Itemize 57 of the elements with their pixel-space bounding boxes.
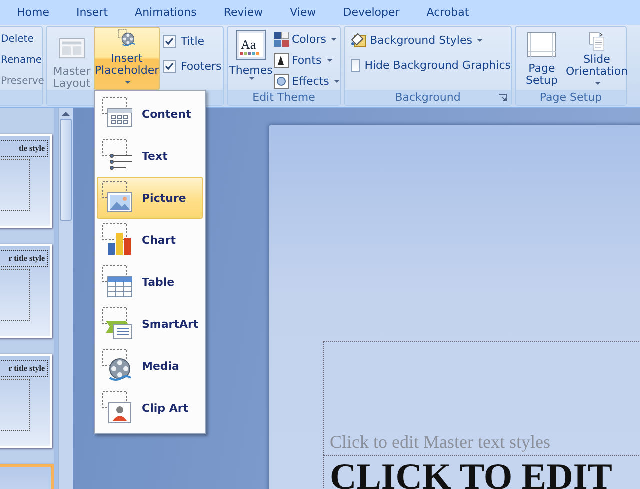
caret-icon [595,82,601,86]
circle-icon [274,74,289,88]
ribbon-tab[interactable]: Animations [122,2,211,24]
ribbon-tab[interactable]: Review [210,2,278,24]
dropdown-button[interactable]: Colors [274,30,340,48]
caret-icon [326,58,333,62]
checkbox[interactable]: Footers [163,60,222,73]
layout-icon [58,37,86,60]
dropdown-button[interactable]: Effects [274,72,340,90]
placeholder-text: Click to edit Master text styles [330,432,550,454]
thumbnail-title: r title style [0,250,48,267]
slide-thumbnail[interactable]: r title style [0,244,52,338]
menu-item[interactable]: Clip Art [97,387,203,429]
caret-icon [334,80,340,82]
menu-item[interactable]: Picture [97,177,203,219]
menu-item[interactable]: SmartArt [97,303,203,345]
thumbnail-title: tle style [0,140,48,157]
caret-icon [125,81,131,84]
scrollbar[interactable] [58,108,73,489]
page-icon [527,32,557,60]
checkbox-box[interactable] [351,59,360,72]
color-swatch-icon [274,32,289,46]
group-label-bar [0,90,42,105]
thumbnail-title: r title style [0,360,48,377]
slide-thumbnail[interactable]: r title style [0,354,52,448]
group-label: Edit Theme [228,90,340,105]
checkbox-box[interactable] [163,35,176,48]
themes-icon: Aa [236,30,266,60]
caret-icon [477,38,484,42]
dialog-launcher-icon[interactable] [499,94,507,102]
ribbon-tab[interactable]: Developer [330,2,414,24]
background-styles-button[interactable]: Background Styles [351,31,511,49]
ribbon-button[interactable]: Page Setup [520,27,564,90]
dropdown-button[interactable]: Fonts [274,51,340,69]
ribbon-tab[interactable]: Insert [63,2,122,24]
ribbon-tab[interactable]: Acrobat [414,2,484,24]
group-label: Background [395,90,461,105]
checkbox-label: Title [181,35,205,48]
checkbox[interactable]: Title [163,35,222,48]
menu-item[interactable]: Chart [97,219,203,261]
scroll-thumb[interactable] [60,119,72,221]
ribbon-button[interactable]: Delete [1,30,42,48]
ribbon-button[interactable]: Rename [1,51,42,69]
menu-item[interactable]: Content [97,93,203,135]
menu-item[interactable]: Media [97,345,203,387]
insert-placeholder-button[interactable]: Insert Placeholder [94,27,160,90]
menu-item[interactable]: Text [97,135,203,177]
caret-icon [249,77,255,80]
caret-icon [331,38,338,40]
checkbox-label: Footers [181,60,222,73]
checkbox-box[interactable] [163,60,176,73]
ribbon-tab[interactable]: View [277,2,330,24]
group-label: Page Setup [516,90,626,105]
slide-thumbnail[interactable]: tle style [0,134,52,228]
ribbon-button[interactable]: Slide Orientation [568,27,626,90]
ribbon-tab[interactable]: Home [4,2,64,24]
menu-item[interactable]: Table [97,261,203,303]
